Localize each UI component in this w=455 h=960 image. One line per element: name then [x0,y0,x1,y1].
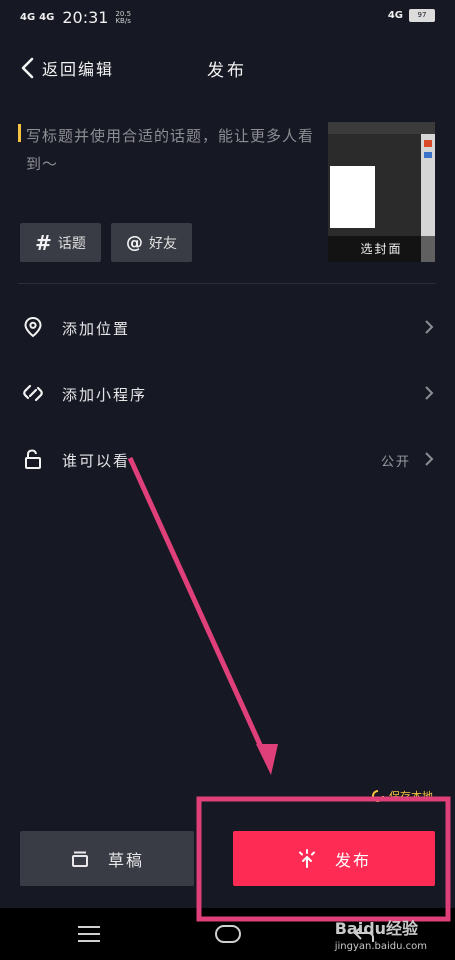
draft-button[interactable]: 草稿 [20,831,194,886]
caption-placeholder: 写标题并使用合适的话题，能让更多人看到～ [26,127,315,173]
network-indicator-right: 4G [387,10,403,21]
thumb-dot-blue [424,152,432,158]
draft-box-icon [71,851,88,867]
chevron-left-icon [21,57,34,79]
annotation-arrowhead [256,744,278,775]
who-can-view-row[interactable]: 谁可以看 公开 [0,439,455,479]
back-label: 返回编辑 [42,60,115,79]
add-mini-program-row[interactable]: 添加小程序 [0,373,455,413]
text-cursor [18,124,21,142]
network-indicator-2: 4G [39,12,55,23]
speed-unit: KB/s [115,16,131,25]
publish-icon [298,848,315,868]
publish-label: 发布 [334,850,371,870]
top-bar: 返回编辑 发布 [0,46,455,90]
watermark-url: jingyan.baidu.com [334,941,427,952]
thumb-dot-red [424,140,432,147]
who-can-view-label: 谁可以看 [62,452,131,470]
home-icon[interactable] [214,924,242,944]
add-mini-program-label: 添加小程序 [62,386,148,404]
thumb-canvas [330,166,375,228]
chevron-right-icon [425,320,434,334]
unlock-icon [25,449,41,469]
page-title: 发布 [207,61,247,81]
friend-label: 好友 [149,235,177,252]
status-left: 4G 4G 20:31 20.5 KB/s [20,8,131,27]
divider [18,283,436,284]
network-speed: 20.5 KB/s [115,10,131,25]
topic-label: 话题 [57,235,86,252]
add-location-label: 添加位置 [62,320,131,338]
status-right: 4G 97 [388,9,435,22]
watermark: Baidu经验 jingyan.baidu.com [335,915,427,952]
save-local-toggle[interactable]: 保存本地 [371,788,433,804]
battery-icon: 97 [409,9,435,22]
chevron-right-icon [425,386,434,400]
publish-button[interactable]: 发布 [233,831,435,886]
mention-friend-button[interactable]: @ 好友 [111,223,192,262]
cover-thumbnail[interactable]: 选封面 [328,122,435,262]
menu-icon[interactable] [77,925,101,943]
location-pin-icon [24,316,42,338]
caption-input[interactable]: 写标题并使用合适的话题，能让更多人看到～ [18,122,318,178]
chevron-right-icon [425,452,434,466]
watermark-brand: Baidu经验 [334,919,419,938]
clock: 20:31 [62,8,109,27]
at-icon: @ [126,232,143,253]
thumb-toolbar [328,122,435,134]
status-bar: 4G 4G 20:31 20.5 KB/s 4G 97 [0,0,455,36]
mini-program-icon [23,384,43,402]
draft-label: 草稿 [107,850,144,870]
select-cover-label[interactable]: 选封面 [328,236,435,262]
hashtag-icon: # [35,230,52,255]
visibility-value: 公开 [380,455,411,470]
add-location-row[interactable]: 添加位置 [0,307,455,347]
network-indicator: 4G [20,12,36,23]
save-local-icon [372,790,384,802]
save-local-label: 保存本地 [389,790,433,803]
annotation-arrow [127,456,269,760]
back-to-edit-button[interactable]: 返回编辑 [18,56,114,80]
topic-button[interactable]: # 话题 [20,223,101,262]
